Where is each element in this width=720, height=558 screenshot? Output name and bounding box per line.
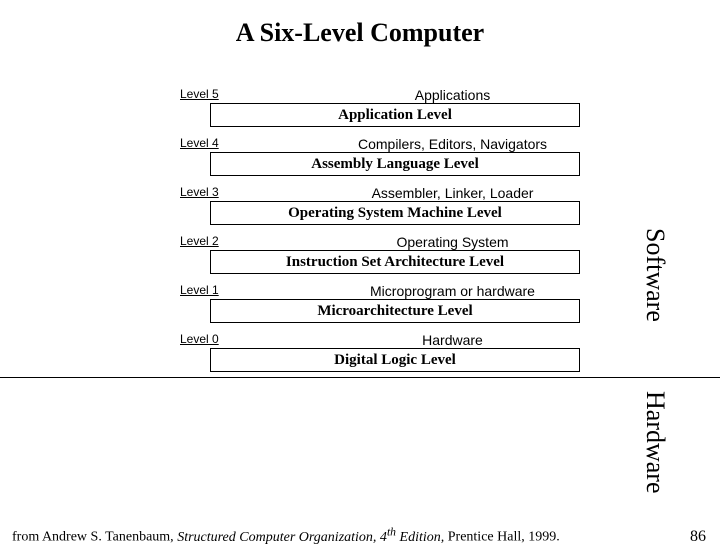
citation: from Andrew S. Tanenbaum, Structured Com… <box>12 525 560 546</box>
level-5-box: Application Level <box>210 103 580 127</box>
sw-hw-divider <box>0 377 720 378</box>
level-5-row: Level 5 Applications <box>180 88 610 102</box>
citation-sup: th <box>387 525 396 538</box>
level-2-label: Level 2 <box>180 235 219 247</box>
level-4-label: Level 4 <box>180 137 219 149</box>
level-4-box: Assembly Language Level <box>210 152 580 176</box>
hardware-label: Hardware <box>640 391 670 494</box>
level-4-desc: Compilers, Editors, Navigators <box>180 137 610 151</box>
level-1-label: Level 1 <box>180 284 219 296</box>
page-number: 86 <box>690 528 706 546</box>
level-5-label: Level 5 <box>180 88 219 100</box>
level-0-row: Level 0 Hardware <box>180 333 610 347</box>
level-3-label: Level 3 <box>180 186 219 198</box>
level-3-row: Level 3 Assembler, Linker, Loader <box>180 186 610 200</box>
level-0-box: Digital Logic Level <box>210 348 580 372</box>
level-3-desc: Assembler, Linker, Loader <box>180 186 610 200</box>
level-2-desc: Operating System <box>180 235 610 249</box>
level-2-row: Level 2 Operating System <box>180 235 610 249</box>
level-1-desc: Microprogram or hardware <box>180 284 610 298</box>
level-4-row: Level 4 Compilers, Editors, Navigators <box>180 137 610 151</box>
level-1-box: Microarchitecture Level <box>210 299 580 323</box>
levels-diagram: Level 5 Applications Application Level L… <box>180 88 610 372</box>
software-label: Software <box>640 228 670 322</box>
page-title: A Six-Level Computer <box>0 18 720 48</box>
level-3-box: Operating System Machine Level <box>210 201 580 225</box>
citation-title2: Edition, <box>396 530 448 545</box>
level-0-label: Level 0 <box>180 333 219 345</box>
level-1-row: Level 1 Microprogram or hardware <box>180 284 610 298</box>
level-0-desc: Hardware <box>180 333 610 347</box>
citation-prefix: from Andrew S. Tanenbaum, <box>12 530 177 545</box>
level-2-box: Instruction Set Architecture Level <box>210 250 580 274</box>
level-5-desc: Applications <box>180 88 610 102</box>
citation-suffix: Prentice Hall, 1999. <box>448 530 560 545</box>
citation-title1: Structured Computer Organization, 4 <box>177 530 387 545</box>
